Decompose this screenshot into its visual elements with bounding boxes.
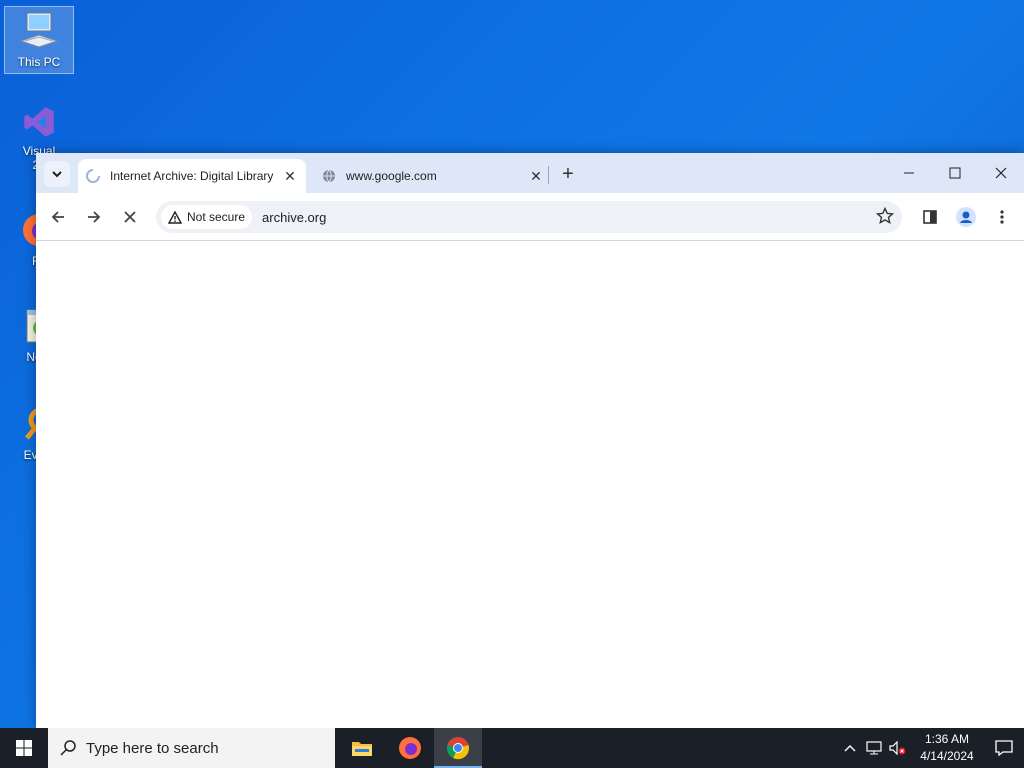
minimize-icon: [904, 172, 914, 174]
tab-title: www.google.com: [346, 169, 437, 183]
loading-spinner-icon: [86, 169, 100, 183]
tab-google[interactable]: www.google.com ✕: [314, 159, 552, 193]
back-button[interactable]: [44, 203, 72, 231]
security-chip[interactable]: Not secure: [161, 205, 253, 229]
bookmark-star-button[interactable]: [875, 206, 895, 230]
url-text[interactable]: archive.org: [262, 210, 326, 225]
taskbar: Type here to search 1:36 AM 4/14/2024: [0, 728, 1024, 768]
search-placeholder: Type here to search: [86, 739, 219, 757]
close-icon: [995, 167, 1007, 179]
forward-button[interactable]: [80, 203, 108, 231]
volume-muted-icon: [889, 741, 906, 755]
profile-button[interactable]: [952, 203, 980, 231]
side-panel-icon: [923, 210, 937, 224]
star-icon: [875, 206, 895, 225]
arrow-right-icon: [88, 211, 101, 223]
maximize-button[interactable]: [932, 153, 978, 193]
tab-title: Internet Archive: Digital Library: [110, 169, 274, 183]
clock-time: 1:36 AM: [924, 732, 970, 746]
clock-date: 4/14/2024: [920, 749, 974, 763]
search-icon: [60, 740, 76, 756]
taskbar-search-box[interactable]: Type here to search: [48, 728, 335, 768]
taskbar-firefox[interactable]: [386, 728, 434, 768]
start-button[interactable]: [0, 728, 48, 768]
address-bar[interactable]: Not secure archive.org: [156, 201, 902, 233]
page-content: [36, 241, 1024, 728]
network-icon: [866, 741, 882, 755]
tab-search-button[interactable]: [44, 161, 70, 187]
action-center-button[interactable]: [984, 728, 1024, 768]
avatar-icon: [956, 207, 976, 227]
volume-button[interactable]: [886, 728, 910, 768]
notification-icon: [995, 740, 1013, 756]
close-icon: [124, 211, 136, 223]
browser-window: Internet Archive: Digital Library ✕ www.…: [36, 153, 1024, 728]
maximize-icon: [949, 167, 961, 179]
taskbar-clock[interactable]: 1:36 AM 4/14/2024: [910, 731, 984, 765]
windows-logo-icon: [16, 740, 32, 756]
new-tab-button[interactable]: +: [556, 162, 580, 186]
tab-internet-archive[interactable]: Internet Archive: Digital Library ✕: [78, 159, 306, 193]
computer-icon: [19, 12, 59, 48]
firefox-icon: [399, 737, 421, 759]
chrome-icon: [447, 737, 469, 760]
close-window-button[interactable]: [978, 153, 1024, 193]
menu-button[interactable]: [988, 203, 1016, 231]
stop-loading-button[interactable]: [116, 203, 144, 231]
show-hidden-icons-button[interactable]: [838, 728, 862, 768]
folder-icon: [352, 742, 372, 756]
tab-close-button[interactable]: ✕: [282, 168, 298, 184]
tab-separator: [548, 166, 549, 184]
taskbar-chrome[interactable]: [434, 728, 482, 768]
chevron-down-icon: [52, 171, 62, 178]
side-panel-button[interactable]: [916, 203, 944, 231]
chevron-up-icon: [844, 745, 856, 752]
globe-icon: [323, 169, 335, 183]
network-button[interactable]: [862, 728, 886, 768]
taskbar-file-explorer[interactable]: [338, 728, 386, 768]
security-label: Not secure: [187, 210, 246, 224]
arrow-left-icon: [51, 211, 64, 223]
minimize-button[interactable]: [886, 153, 932, 193]
tab-strip: Internet Archive: Digital Library ✕ www.…: [36, 153, 1024, 193]
system-tray: 1:36 AM 4/14/2024: [838, 728, 1024, 768]
warning-icon: [168, 210, 182, 224]
browser-toolbar: Not secure archive.org: [36, 193, 1024, 241]
visual-studio-icon: [24, 107, 54, 137]
desktop-icon-label: This PC: [17, 55, 61, 69]
tab-close-button[interactable]: ✕: [528, 168, 544, 184]
desktop-icon-this-pc[interactable]: This PC: [4, 6, 74, 74]
more-vert-icon: [1000, 210, 1004, 224]
